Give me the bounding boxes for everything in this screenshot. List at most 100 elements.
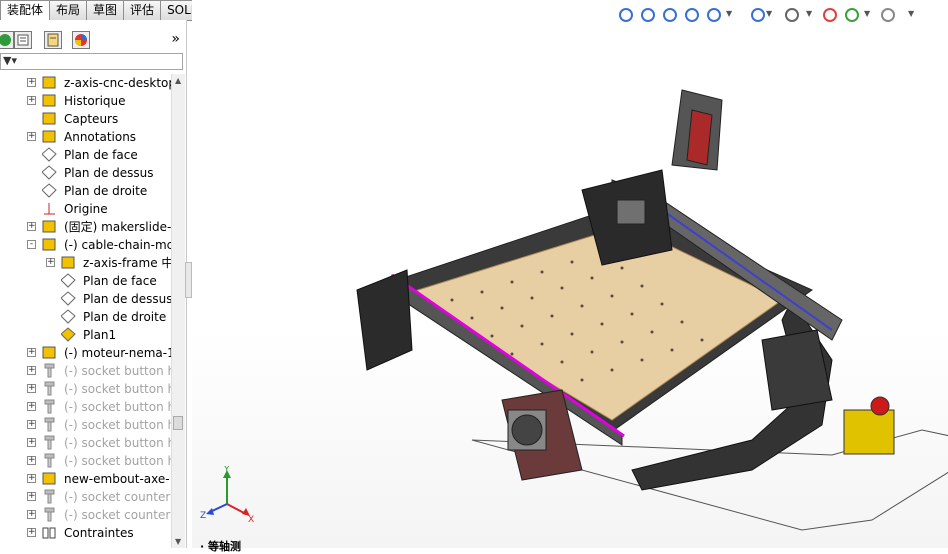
filter-bar[interactable]: ▼▾ — [0, 53, 183, 70]
tab-0[interactable]: 装配体 — [0, 0, 51, 21]
tree-node-label: Plan de face — [64, 148, 138, 162]
dropdown-arrow-icon[interactable]: ▼ — [864, 9, 870, 18]
tree-node[interactable]: + z-axis-cnc-desktop — [0, 74, 171, 92]
tree-node-label: (-) socket button h — [64, 400, 171, 414]
view-settings-icon[interactable] — [880, 7, 896, 23]
tree-expander-icon[interactable]: + — [27, 78, 36, 87]
tree-node-label: Plan de droite — [83, 310, 167, 324]
dropdown-arrow-icon[interactable]: ▼ — [766, 9, 772, 18]
screw-icon — [44, 489, 55, 504]
tab-3[interactable]: 评估 — [123, 0, 162, 21]
tree-node[interactable]: + (-) socket counters — [0, 506, 171, 524]
view-orientation-icon[interactable] — [706, 7, 722, 23]
tree-node[interactable]: Plan de droite — [0, 308, 171, 326]
tree-expander-icon[interactable]: + — [46, 258, 55, 267]
tree-expander-icon[interactable]: + — [27, 474, 36, 483]
graphics-viewport[interactable]: ▼ ▼ ▼ ▼ ▼ — [192, 0, 948, 548]
triad-x-label: X — [248, 515, 254, 522]
dropdown-arrow-icon[interactable]: ▼ — [908, 9, 914, 18]
tree-expander-icon[interactable]: + — [27, 528, 36, 537]
panel-splitter[interactable] — [185, 262, 192, 298]
tree-node-label: (-) socket button h — [64, 382, 171, 396]
tree-expander-icon[interactable]: - — [27, 240, 36, 249]
dropdown-arrow-icon[interactable]: ▼ — [806, 9, 812, 18]
tree-node[interactable]: + (-) socket button h — [0, 416, 171, 434]
dropdown-arrow-icon[interactable]: ▼ — [726, 9, 732, 18]
tree-node[interactable]: + (-) socket button h — [0, 452, 171, 470]
tab-1[interactable]: 布局 — [49, 0, 88, 21]
tree-node[interactable]: Plan de face — [0, 146, 171, 164]
tree-expander-icon[interactable]: + — [27, 438, 36, 447]
tree-node[interactable]: Origine — [0, 200, 171, 218]
tree-node[interactable]: + (-) socket button h — [0, 398, 171, 416]
tree-node-label: Plan de dessus — [83, 292, 171, 306]
zoom-area-icon[interactable] — [640, 7, 656, 23]
edit-appearance-icon[interactable] — [822, 7, 838, 23]
tree-expander-icon[interactable]: + — [27, 132, 36, 141]
display-style-icon[interactable] — [750, 7, 766, 23]
tree-expander-icon[interactable]: + — [27, 384, 36, 393]
tree-node-label: (-) socket button h — [64, 418, 171, 432]
apply-scene-icon[interactable] — [844, 7, 860, 23]
configurationmanager-icon[interactable] — [44, 31, 62, 49]
tree-node[interactable]: Plan de droite — [0, 182, 171, 200]
tree-node-label: Plan de face — [83, 274, 157, 288]
tree-node[interactable]: - (-) cable-chain-mc — [0, 236, 171, 254]
appearance-icon[interactable] — [72, 31, 90, 49]
tree-expander-icon[interactable]: + — [27, 348, 36, 357]
scroll-down-arrow[interactable]: ▼ — [175, 537, 181, 546]
tree-node[interactable]: + (-) socket button h — [0, 362, 171, 380]
view-triad: Y X Z — [200, 465, 256, 525]
tree-expander-icon[interactable]: + — [27, 402, 36, 411]
hide-show-icon[interactable] — [784, 7, 800, 23]
previous-view-icon[interactable] — [662, 7, 678, 23]
zoom-to-fit-icon[interactable] — [618, 7, 634, 23]
view-name-label: · 等轴测 — [200, 540, 242, 553]
tree-node[interactable]: + Historique — [0, 92, 171, 110]
tree-node[interactable]: Plan de face — [0, 272, 171, 290]
tree-node[interactable]: + (-) moteur-nema-1 — [0, 344, 171, 362]
tree-node[interactable]: + Contraintes — [0, 524, 171, 542]
tree-node[interactable]: + new-embout-axe-: — [0, 470, 171, 488]
tree-scrollbar[interactable]: ▲ ▼ — [171, 74, 185, 548]
more-tabs-button[interactable]: » — [171, 31, 180, 47]
tab-2[interactable]: 草图 — [86, 0, 125, 21]
tree-node[interactable]: Plan de dessus — [0, 290, 171, 308]
tree-node-label: Capteurs — [64, 112, 119, 126]
cnc-machine-model[interactable] — [192, 0, 948, 548]
tree-node-label: (固定) makerslide- — [64, 220, 171, 234]
tree-expander-icon[interactable]: + — [27, 222, 36, 231]
tree-node-label: (-) socket counters — [64, 508, 171, 522]
tree-node-label: Plan de dessus — [64, 166, 154, 180]
plane-icon — [61, 273, 76, 288]
section-view-icon[interactable] — [684, 7, 700, 23]
tree-expander-icon[interactable]: + — [27, 420, 36, 429]
tree-node[interactable]: + (固定) makerslide- — [0, 218, 171, 236]
assembly-icon — [42, 346, 56, 359]
scroll-up-arrow[interactable]: ▲ — [175, 76, 181, 85]
tree-node[interactable]: + z-axis-frame 中 — [0, 254, 171, 272]
tree-node[interactable]: Plan1 — [0, 326, 171, 344]
feature-tree: + z-axis-cnc-desktop + Historique Capteurs + A… — [0, 74, 171, 548]
tree-expander-icon[interactable]: + — [27, 366, 36, 375]
filter-icon[interactable]: ▼▾ — [3, 54, 17, 67]
tree-node[interactable]: + (-) socket counters — [0, 488, 171, 506]
assembly-icon — [42, 220, 56, 233]
tree-node[interactable]: Plan de dessus — [0, 164, 171, 182]
tree-expander-icon[interactable]: + — [27, 510, 36, 519]
part-icon — [61, 256, 75, 269]
tree-node[interactable]: + (-) socket button h — [0, 434, 171, 452]
featuremanager-icon[interactable] — [0, 31, 14, 49]
tree-node[interactable]: + Annotations — [0, 128, 171, 146]
propertymanager-icon[interactable] — [14, 31, 32, 49]
tree-node-label: Historique — [64, 94, 126, 108]
tree-node-label: Annotations — [64, 130, 137, 144]
tree-expander-icon[interactable]: + — [27, 96, 36, 105]
scroll-thumb[interactable] — [173, 416, 183, 430]
tree-expander-icon[interactable]: + — [27, 456, 36, 465]
assembly-icon — [42, 238, 56, 251]
featuremanager-panel: » ▼▾ + z-axis-cnc-desktop + Historique Capte… — [0, 20, 187, 548]
tree-node[interactable]: + (-) socket button h — [0, 380, 171, 398]
tree-expander-icon[interactable]: + — [27, 492, 36, 501]
tree-node[interactable]: Capteurs — [0, 110, 171, 128]
